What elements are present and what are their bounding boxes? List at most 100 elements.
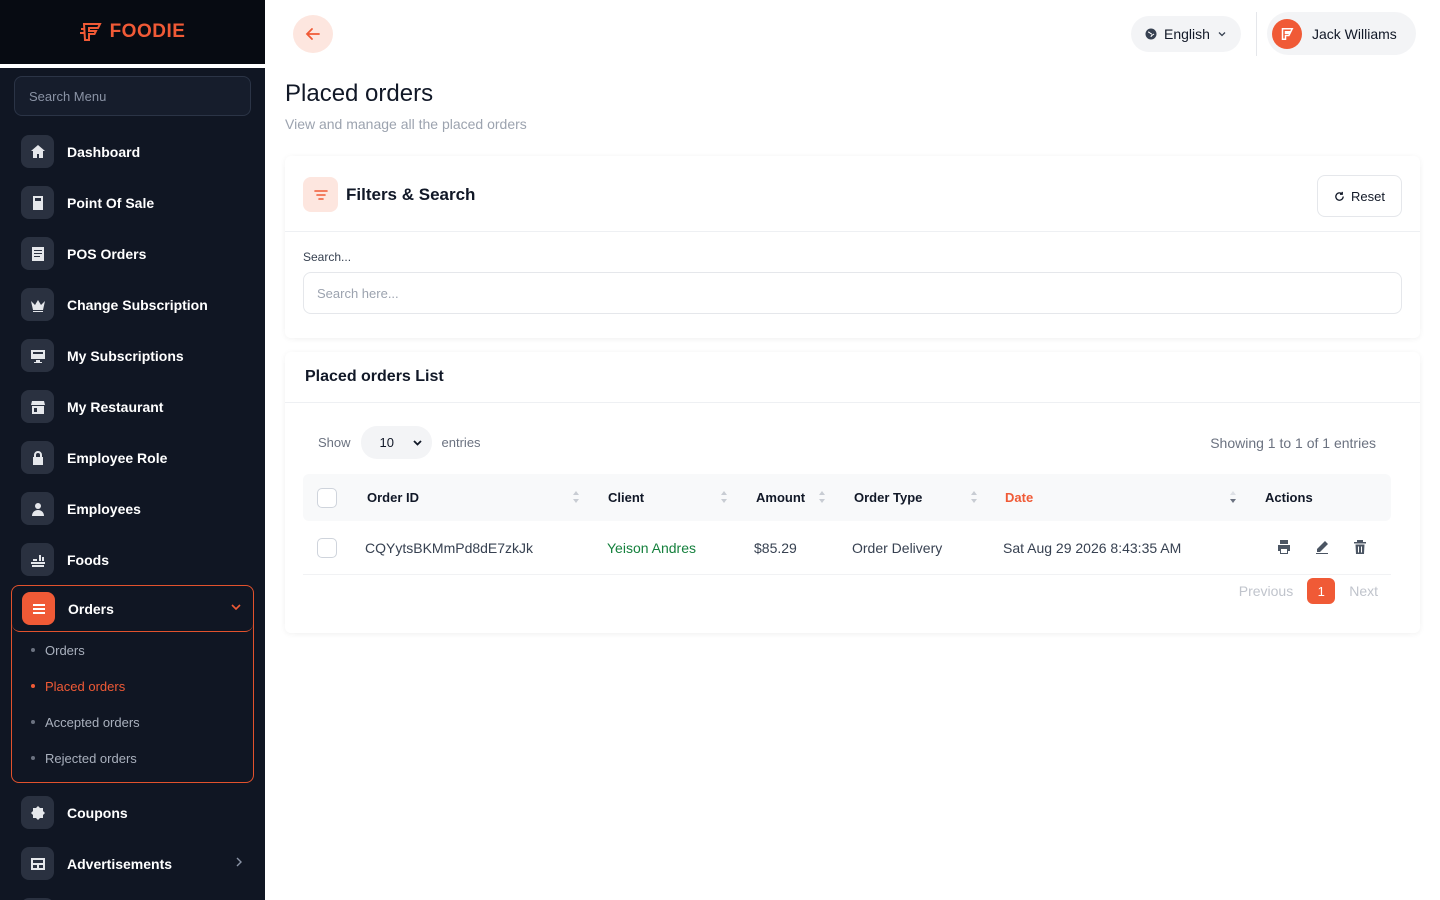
receipt-icon xyxy=(21,237,54,270)
sidebar-item-label: POS Orders xyxy=(67,245,147,262)
badge-percent-icon xyxy=(21,796,54,829)
search-label: Search... xyxy=(303,250,352,264)
col-date[interactable]: Date xyxy=(1005,490,1033,505)
entries-value: 10 xyxy=(379,435,394,450)
showing-info: Showing 1 to 1 of 1 entries xyxy=(1210,435,1376,451)
topbar-divider xyxy=(1256,12,1257,56)
calculator-icon xyxy=(21,186,54,219)
sidebar-item-pos-orders[interactable]: POS Orders xyxy=(0,228,265,279)
filters-header: Filters & Search Reset xyxy=(285,156,1420,232)
cell-amount: $85.29 xyxy=(754,540,797,556)
orders-table: Order ID Client Amount Order Type Date A… xyxy=(303,474,1391,575)
select-all-checkbox[interactable] xyxy=(317,488,337,508)
col-order-id[interactable]: Order ID xyxy=(367,490,419,505)
bullet-icon xyxy=(31,648,35,652)
sidebar-item-change-subscription[interactable]: Change Subscription xyxy=(0,279,265,330)
list-icon xyxy=(22,592,55,625)
subitem-label: Placed orders xyxy=(45,678,126,694)
page-number-button[interactable]: 1 xyxy=(1307,578,1336,604)
delete-icon[interactable] xyxy=(1352,539,1368,555)
user-icon xyxy=(21,492,54,525)
sidebar-item-foods[interactable]: Foods xyxy=(0,534,265,585)
chevron-down-icon xyxy=(231,604,241,611)
col-client[interactable]: Client xyxy=(608,490,644,505)
brand-name: FOODIE xyxy=(109,21,186,42)
main-content: Placed orders View and manage all the pl… xyxy=(265,68,1440,900)
sort-icon[interactable] xyxy=(970,489,978,505)
sort-icon[interactable] xyxy=(818,489,826,505)
col-amount[interactable]: Amount xyxy=(756,490,805,505)
search-input[interactable]: Search here... xyxy=(303,272,1402,314)
refresh-icon xyxy=(1335,191,1344,201)
subitem-label: Rejected orders xyxy=(45,750,137,766)
sidebar-item-advertisements[interactable]: Advertisements xyxy=(0,838,265,889)
arrow-left-icon xyxy=(305,28,320,40)
store-icon xyxy=(21,390,54,423)
reset-button[interactable]: Reset xyxy=(1317,175,1402,217)
sidebar-item-label: Employees xyxy=(67,500,141,517)
sort-icon[interactable] xyxy=(572,489,580,505)
monitor-icon xyxy=(21,339,54,372)
bullet-icon xyxy=(31,684,35,688)
page-subtitle: View and manage all the placed orders xyxy=(285,116,527,132)
next-button[interactable]: Next xyxy=(1349,583,1378,599)
logo[interactable]: FOODIE xyxy=(0,0,265,64)
sidebar-item-label: Foods xyxy=(67,551,109,568)
cell-order-type: Order Delivery xyxy=(852,540,943,556)
list-title: Placed orders List xyxy=(305,368,444,385)
ad-icon xyxy=(21,847,54,880)
user-menu[interactable]: Jack Williams xyxy=(1267,12,1416,55)
print-icon[interactable] xyxy=(1276,539,1292,555)
sidebar-item-coupons[interactable]: Coupons xyxy=(0,787,265,838)
language-selector[interactable]: English xyxy=(1131,16,1241,52)
sidebar-item-orders[interactable]: Orders xyxy=(12,586,253,632)
sidebar-item-label: Dashboard xyxy=(67,143,141,160)
table-header: Order ID Client Amount Order Type Date A… xyxy=(303,474,1391,521)
home-icon xyxy=(21,135,54,168)
sidebar-item-more[interactable] xyxy=(0,889,265,900)
reset-label: Reset xyxy=(1351,188,1385,204)
orders-list-card: Placed orders List Show 10 entries Showi… xyxy=(285,352,1420,633)
col-order-type[interactable]: Order Type xyxy=(854,490,922,505)
sidebar-item-point-of-sale[interactable]: Point Of Sale xyxy=(0,177,265,228)
sidebar-item-my-restaurant[interactable]: My Restaurant xyxy=(0,381,265,432)
sidebar-subitem-accepted-orders[interactable]: Accepted orders xyxy=(12,704,253,740)
logo-divider xyxy=(0,64,265,68)
bullet-icon xyxy=(31,756,35,760)
pagination: Previous 1 Next xyxy=(1239,578,1378,604)
sort-icon[interactable] xyxy=(720,489,728,505)
sidebar-item-label: Change Subscription xyxy=(67,296,208,313)
bullet-icon xyxy=(31,720,35,724)
sidebar-nav: Dashboard Point Of Sale POS Orders Chang… xyxy=(0,126,265,900)
lock-icon xyxy=(21,441,54,474)
foodie-logo-icon xyxy=(1281,27,1294,40)
sort-desc-icon[interactable] xyxy=(1229,489,1237,505)
entries-control: Show 10 entries xyxy=(318,426,481,459)
row-checkbox[interactable] xyxy=(317,538,337,558)
sidebar-orders-group: Orders Orders Placed orders Accepted ord… xyxy=(11,585,254,783)
edit-icon[interactable] xyxy=(1314,539,1330,555)
search-menu-input[interactable]: Search Menu xyxy=(14,76,251,116)
col-actions: Actions xyxy=(1265,490,1313,505)
sidebar-subitem-rejected-orders[interactable]: Rejected orders xyxy=(12,740,253,776)
entries-select[interactable]: 10 xyxy=(360,426,432,459)
subitem-label: Accepted orders xyxy=(45,714,140,730)
sidebar-item-employees[interactable]: Employees xyxy=(0,483,265,534)
search-menu-placeholder: Search Menu xyxy=(29,88,107,104)
sidebar-item-label: Employee Role xyxy=(67,449,168,466)
cell-client[interactable]: Yeison Andres xyxy=(607,540,696,556)
foodie-logo-icon xyxy=(79,23,102,41)
previous-button[interactable]: Previous xyxy=(1239,583,1293,599)
sidebar-item-employee-role[interactable]: Employee Role xyxy=(0,432,265,483)
sidebar-subitem-placed-orders[interactable]: Placed orders xyxy=(12,668,253,704)
cell-order-id: CQYytsBKMmPd8dE7zkJk xyxy=(365,540,534,556)
chevron-down-icon xyxy=(412,440,422,446)
sidebar-item-dashboard[interactable]: Dashboard xyxy=(0,126,265,177)
back-button[interactable] xyxy=(293,15,333,53)
cell-date: Sat Aug 29 2026 8:43:35 AM xyxy=(1003,540,1182,556)
filter-icon xyxy=(303,177,338,212)
table-row: CQYytsBKMmPd8dE7zkJk Yeison Andres $85.2… xyxy=(303,521,1391,575)
sidebar-subitem-orders[interactable]: Orders xyxy=(12,632,253,668)
user-name: Jack Williams xyxy=(1312,25,1397,42)
sidebar-item-my-subscriptions[interactable]: My Subscriptions xyxy=(0,330,265,381)
